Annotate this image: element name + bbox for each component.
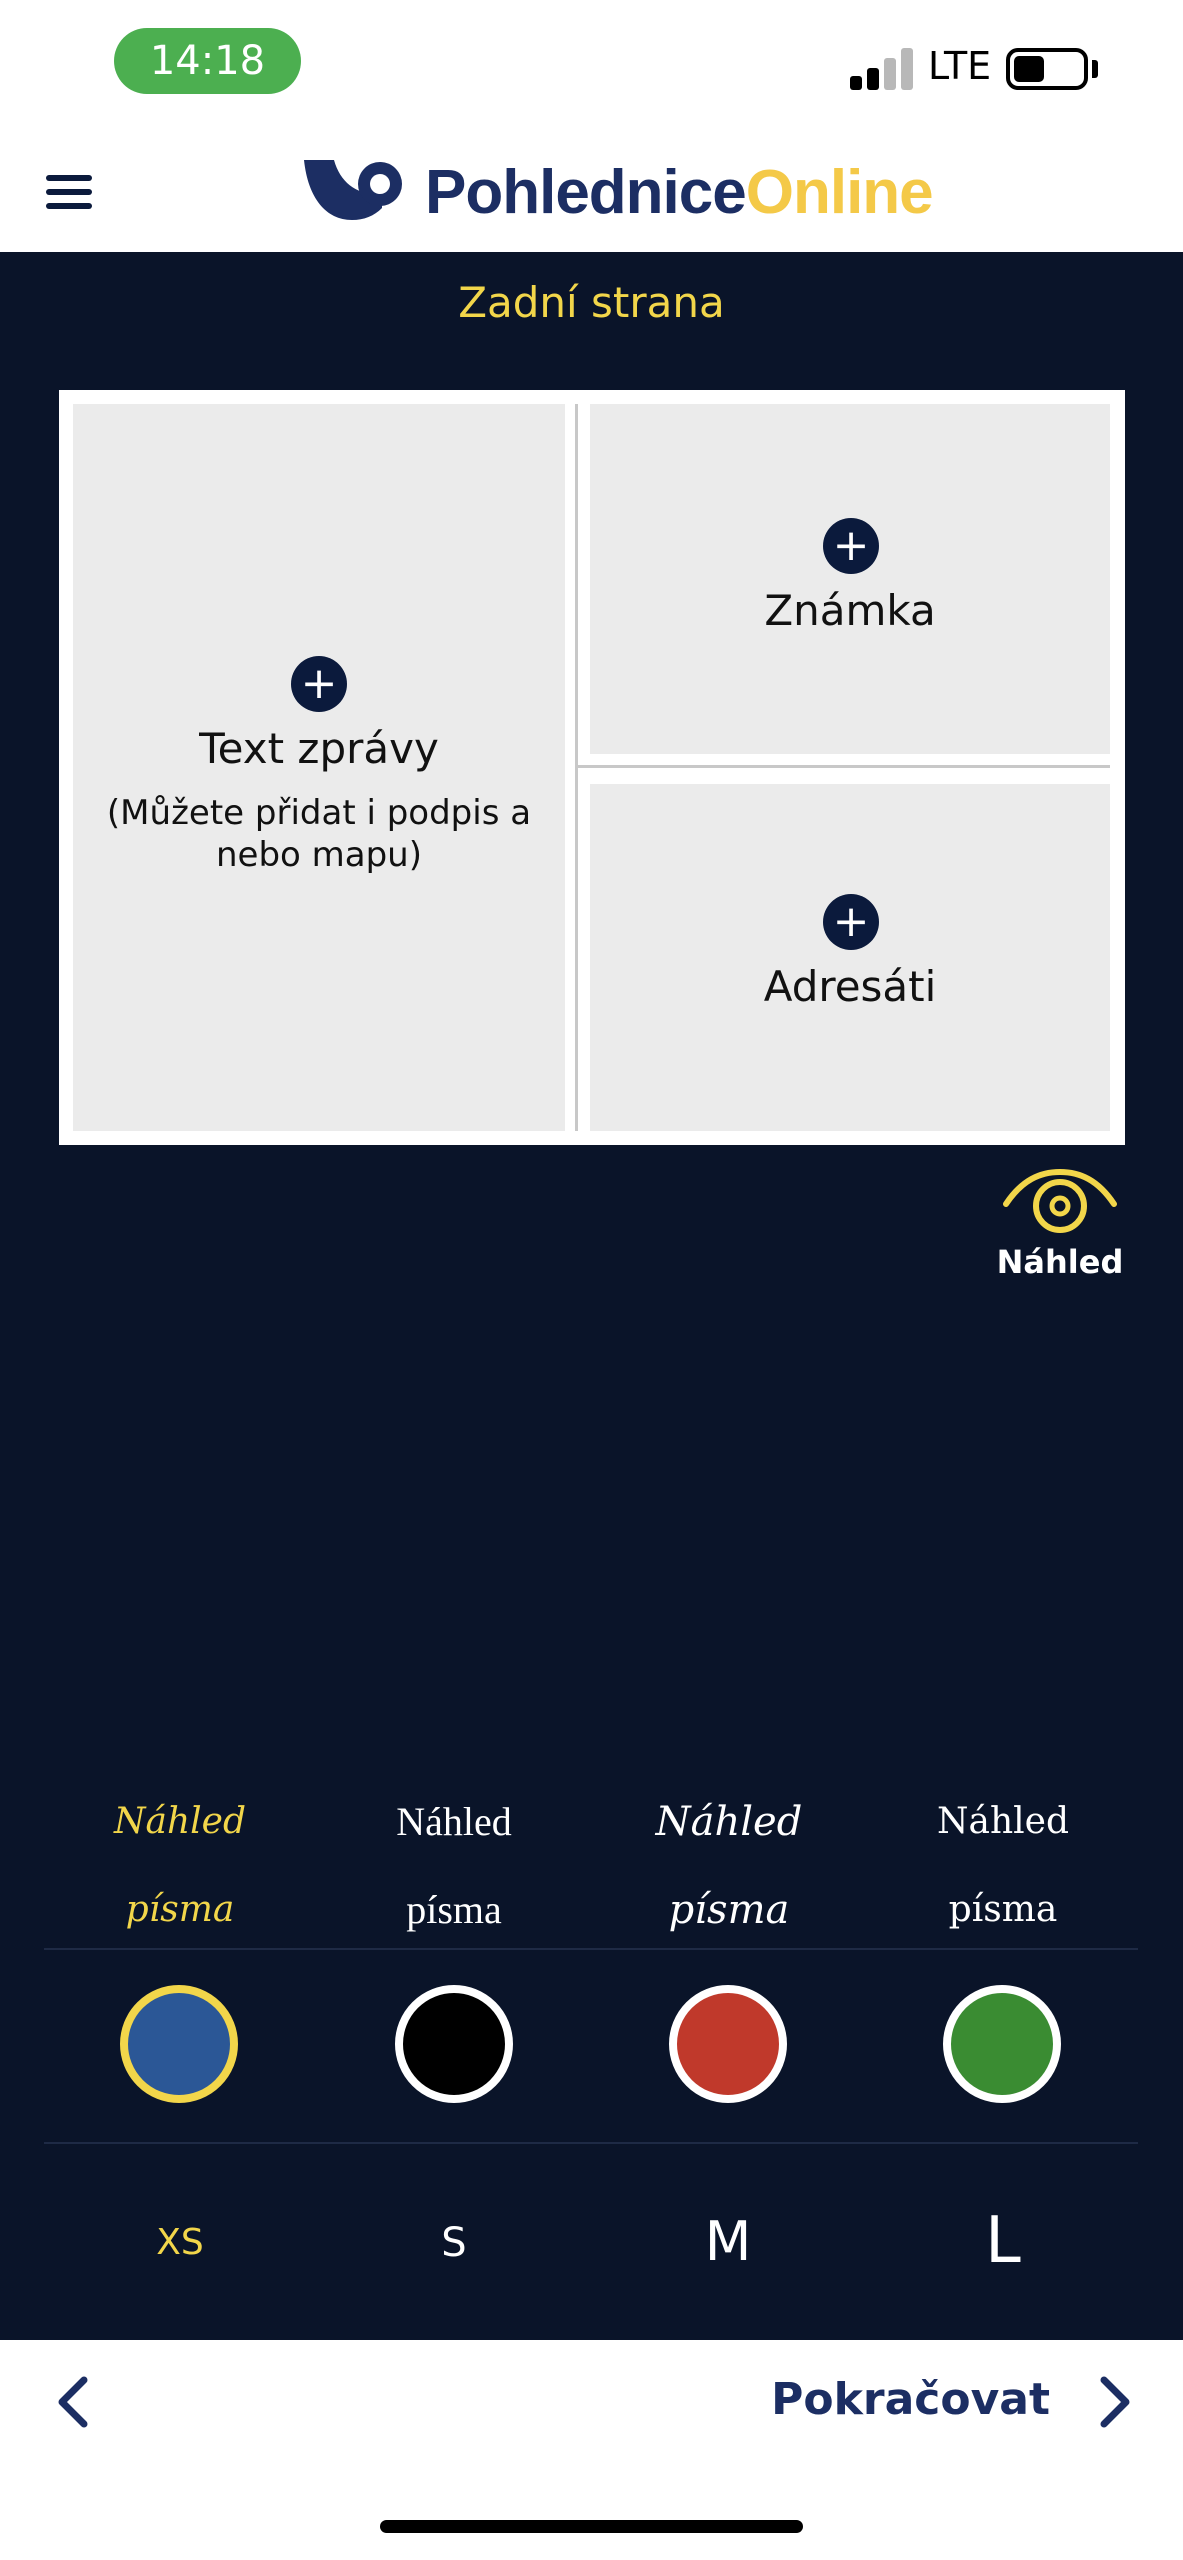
logo-text-part2: Online (745, 158, 934, 227)
color-swatch-blue[interactable] (120, 1985, 238, 2103)
font-option-3-line2: písma (668, 1887, 790, 1933)
message-slot[interactable]: + Text zprávy (Můžete přidat i podpis a … (73, 404, 565, 1131)
section-divider (44, 2142, 1138, 2144)
color-swatch-red[interactable] (669, 1985, 787, 2103)
recipients-slot[interactable]: + Adresáti (590, 784, 1110, 1131)
logo-horn-icon (304, 160, 402, 220)
signal-icon (850, 48, 914, 90)
brand-logo: PohledniceOnline (425, 157, 934, 228)
battery-tip (1092, 60, 1098, 78)
page-title: Zadní strana (458, 278, 725, 327)
back-chevron-icon[interactable] (44, 2372, 104, 2432)
add-message-icon: + (291, 656, 347, 712)
preview-label[interactable]: Náhled (980, 1243, 1140, 1281)
add-recipient-icon: + (823, 894, 879, 950)
font-option-4[interactable]: Náhled písma (903, 1778, 1103, 1954)
message-slot-hint-1: (Můžete přidat i podpis a (106, 793, 532, 833)
status-time: 14:18 (114, 28, 301, 94)
size-option-s[interactable]: S (384, 2220, 524, 2266)
size-option-m[interactable]: M (658, 2210, 798, 2273)
font-option-4-line1: Náhled (936, 1801, 1069, 1842)
stamp-slot-label: Známka (764, 586, 936, 635)
color-swatch-green[interactable] (943, 1985, 1061, 2103)
size-option-l[interactable]: L (933, 2204, 1073, 2278)
network-label: LTE (928, 44, 992, 88)
message-slot-hint-2: nebo mapu) (215, 835, 422, 875)
message-slot-label: Text zprávy (199, 724, 439, 773)
font-option-1-line2: písma (125, 1889, 235, 1930)
menu-icon[interactable] (46, 175, 92, 209)
preview-eye-icon[interactable] (1002, 1166, 1118, 1236)
font-option-2-line1: Náhled (396, 1799, 512, 1844)
card-divider-horizontal (578, 765, 1110, 768)
font-option-1-line1: Náhled (113, 1801, 246, 1842)
logo-text-part1: Pohlednice (425, 158, 747, 227)
battery-icon (1006, 48, 1088, 90)
color-swatch-black[interactable] (395, 1985, 513, 2103)
add-stamp-icon: + (823, 518, 879, 574)
font-option-2-line2: písma (406, 1887, 502, 1932)
size-option-xs[interactable]: XS (110, 2222, 250, 2263)
font-option-2[interactable]: Náhled písma (354, 1778, 554, 1954)
font-option-3[interactable]: Náhled písma (629, 1778, 829, 1954)
font-option-1[interactable]: Náhled písma (80, 1778, 280, 1954)
font-option-4-line2: písma (948, 1889, 1058, 1930)
home-indicator (380, 2520, 803, 2533)
stamp-slot[interactable]: + Známka (590, 404, 1110, 754)
continue-button[interactable]: Pokračovat (770, 2374, 1050, 2425)
recipients-slot-label: Adresáti (763, 962, 937, 1011)
font-option-3-line1: Náhled (655, 1799, 803, 1845)
section-divider (44, 1948, 1138, 1950)
next-chevron-icon[interactable] (1084, 2372, 1144, 2432)
